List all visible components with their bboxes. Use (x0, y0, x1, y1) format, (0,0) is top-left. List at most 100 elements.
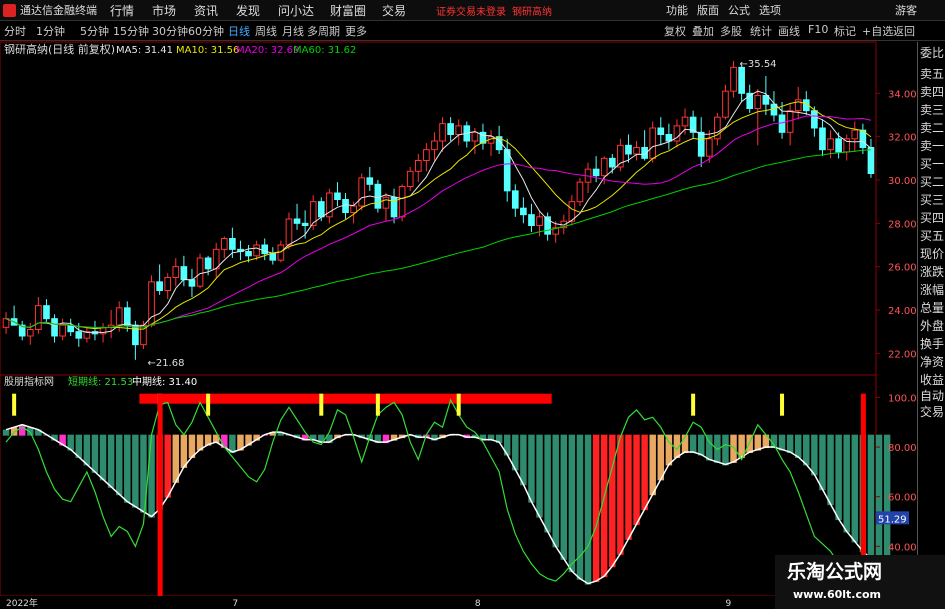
indicator-bar (148, 434, 155, 518)
indicator-bar (794, 434, 802, 458)
candle-body (196, 257, 204, 287)
candle-body (649, 127, 657, 159)
indicator-bar (835, 434, 842, 521)
candle-body (253, 244, 260, 257)
candle-body (26, 329, 34, 337)
rp-label: 现价 (920, 247, 945, 261)
indicator-bar (730, 434, 737, 463)
indicator-bar (124, 434, 131, 503)
indicator-bar (875, 434, 883, 565)
indicator-bar (592, 434, 600, 583)
candle-body (342, 199, 349, 213)
candle-body (43, 305, 50, 320)
stock-chart[interactable]: 22.00 24.00 26.00 28.00 30.00 32.00 34.00 2022年… (0, 0, 945, 609)
indicator-bar (83, 434, 91, 466)
candle-body (528, 214, 535, 227)
indicator-title: 股朋指标网 (4, 375, 54, 388)
indicator-bar (665, 434, 673, 466)
ma-legend: MA5: 31.41 (116, 45, 173, 56)
indicator-bar (99, 434, 107, 481)
indicator-bar (180, 434, 188, 468)
indicator-bar (851, 434, 859, 543)
rp-label: 总量 (920, 301, 945, 315)
indicator-bar (786, 434, 794, 454)
yellow-signal (319, 393, 324, 416)
rp-label: 外盘 (920, 319, 945, 333)
rp-label: 买二 (920, 175, 945, 189)
indicator-bar (649, 434, 656, 496)
indicator-bar (2, 429, 10, 436)
candle-body (51, 318, 58, 337)
medium-legend: 中期线: 31.40 (132, 375, 197, 388)
candle-body (705, 138, 713, 157)
indicator-bar (552, 434, 559, 548)
candle-body (229, 238, 236, 250)
candle-body (188, 279, 196, 287)
indicator-tick-label: 60.00 (888, 493, 917, 504)
candle-body (851, 129, 859, 140)
indicator-tick-label: 100.0 (888, 393, 917, 404)
rp-label: 收益 (920, 373, 945, 387)
rp-label: 自动 (920, 389, 945, 403)
candle-body (67, 324, 75, 333)
rp-label: 卖一 (920, 139, 945, 153)
indicator-bar (633, 434, 640, 526)
rp-label: 涨幅 (920, 283, 945, 297)
yellow-signal (12, 393, 17, 416)
indicator-bar (107, 434, 115, 488)
watermark-title: 乐淘公式网 (787, 561, 883, 583)
indicator-bar (697, 434, 705, 456)
rp-label: 卖五 (920, 67, 945, 81)
indicator-bar (568, 434, 576, 573)
candle-body (398, 186, 406, 218)
indicator-tick-label: 40.00 (888, 542, 917, 553)
candle-body (132, 324, 139, 346)
candle-body (172, 266, 180, 278)
price-tick-label: 22.00 (888, 349, 917, 360)
yellow-signal (206, 393, 211, 416)
candle-body (115, 307, 123, 326)
rp-label: 交易 (920, 405, 945, 419)
indicator-bar (819, 434, 826, 491)
rp-label: 买四 (920, 211, 945, 225)
candle-body (511, 190, 519, 209)
candle-body (269, 253, 277, 261)
candle-body (754, 95, 762, 109)
candle-body (697, 131, 705, 157)
candle-body (447, 123, 454, 135)
indicator-bar (536, 434, 543, 518)
yellow-signal (691, 393, 696, 416)
indicator-bar (544, 434, 551, 533)
indicator-panel-frame (0, 374, 877, 597)
signal-red-bar (139, 393, 552, 404)
price-tick-label: 26.00 (888, 263, 917, 274)
candle-body (301, 222, 309, 226)
candle-body (738, 66, 745, 94)
indicator-bar (528, 434, 535, 503)
indicator-bar (803, 434, 810, 466)
ma20-line (5, 115, 872, 329)
date-axis-bg (0, 596, 876, 609)
candle-body (156, 281, 163, 292)
candle-body (431, 140, 438, 151)
candle-body (819, 127, 826, 151)
candle-body (455, 125, 463, 136)
candle-body (366, 177, 374, 185)
candle-body (261, 244, 269, 255)
low-annotation: ←21.68 (147, 358, 184, 369)
candle-body (374, 183, 382, 209)
indicator-bar (520, 434, 527, 486)
candle-body (293, 218, 301, 224)
candle-body (220, 238, 228, 250)
candle-body (245, 251, 252, 257)
candle-body (811, 110, 818, 129)
candle-body (722, 90, 729, 118)
date-tick-label: 8 (475, 599, 481, 609)
rp-label: 买五 (920, 229, 945, 243)
watermark-url: www.60lt.com (793, 588, 882, 601)
indicator-bar (722, 434, 729, 466)
indicator-tick-label: 80.00 (888, 443, 917, 454)
candle-body (730, 66, 737, 92)
indicator-bar (811, 434, 818, 476)
indicator-bar (609, 434, 616, 568)
